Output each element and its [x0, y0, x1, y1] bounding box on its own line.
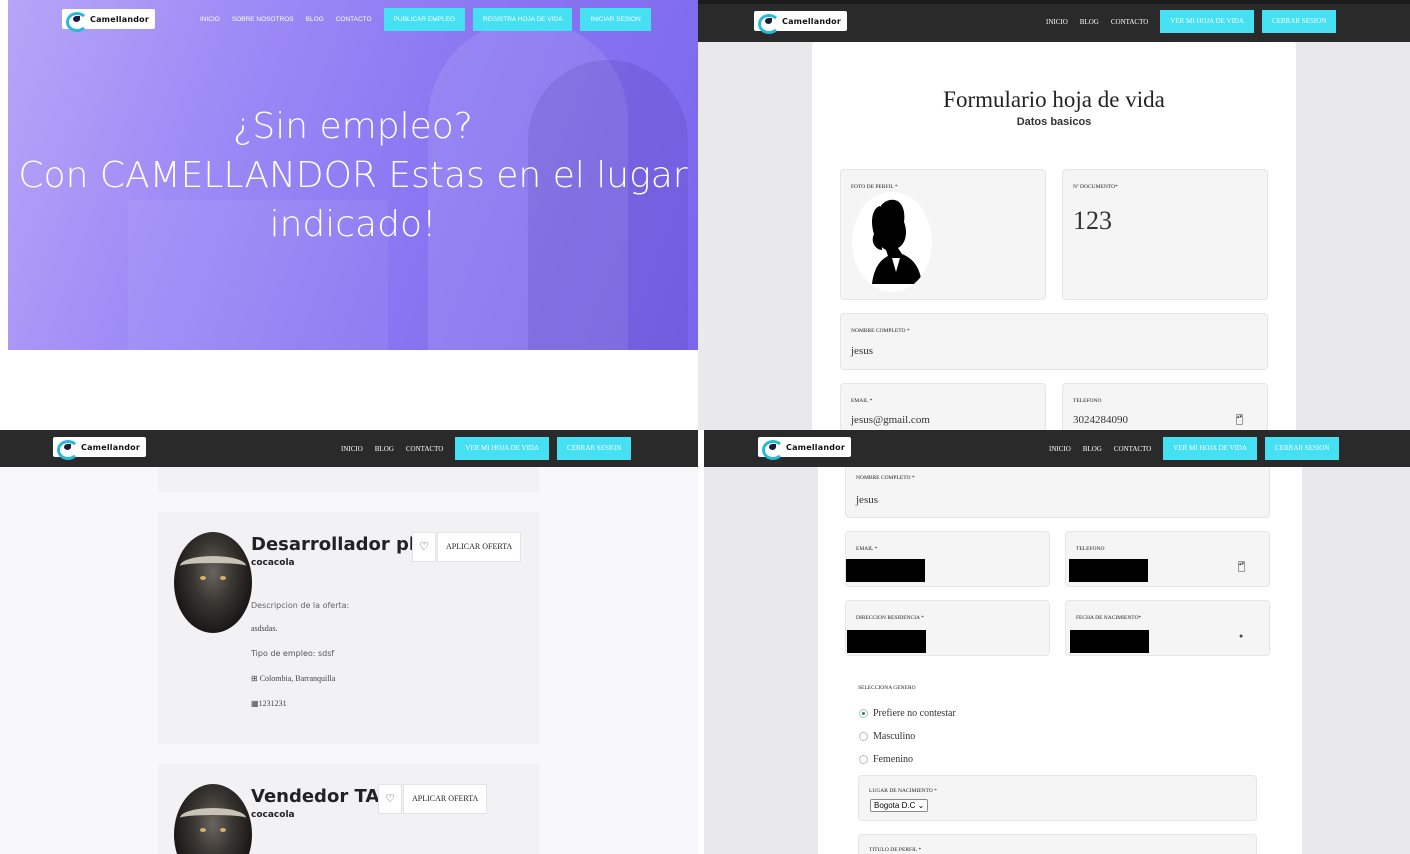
nav-link-blog[interactable]: BLOG — [306, 16, 324, 23]
job-company: cocacola — [251, 558, 295, 568]
nav-link-blog[interactable]: BLOG — [375, 445, 394, 453]
logo-icon — [762, 439, 784, 460]
gender-option-female[interactable]: Femenino — [859, 754, 913, 765]
radio-icon — [859, 755, 868, 764]
login-button[interactable]: INICIAR SESION — [580, 8, 651, 31]
logout-button[interactable]: CERRAR SESION — [557, 437, 632, 460]
job-offers-view: ▦1231231 Camellandor INICIO BLOG CONTACT… — [0, 430, 698, 854]
publish-job-button[interactable]: PUBLICAR EMPLEO — [383, 8, 465, 31]
brand-logo[interactable]: Camellandor — [62, 9, 155, 32]
nav-link-inicio[interactable]: INICIO — [1049, 445, 1071, 453]
job-title[interactable]: Desarrollador php — [251, 534, 435, 555]
favorite-heart-icon[interactable]: ♡ — [378, 784, 402, 814]
form-card: Formulario hoja de vida Datos basicos FO… — [812, 42, 1296, 430]
redacted-value — [1069, 559, 1148, 582]
form-title: Formulario hoja de vida — [943, 87, 1165, 112]
main-nav: INICIO BLOG CONTACTO VER MI HOJA DE VIDA… — [1046, 10, 1344, 33]
redacted-value — [1070, 630, 1149, 653]
hero-headline-line: Con CAMELLANDOR Estas en el lugar — [18, 155, 688, 196]
main-nav: INICIO BLOG CONTACTO VER MI HOJA DE VIDA… — [1049, 437, 1347, 460]
birthplace-field[interactable]: LUGAR DE NACIMIENTO * Bogota D.C ⌄ — [858, 775, 1257, 821]
brand-logo[interactable]: Camellandor — [758, 437, 851, 460]
view-cv-button[interactable]: VER MI HOJA DE VIDA — [1163, 437, 1258, 460]
redacted-value — [846, 559, 925, 582]
header-bar: Camellandor INICIO BLOG CONTACTO VER MI … — [704, 430, 1410, 467]
number-stepper[interactable]: ▴▾ — [1238, 561, 1245, 572]
chevron-down-icon: ⌄ — [917, 801, 925, 810]
job-card: Desarrollador php cocacola ♡ APLICAR OFE… — [158, 512, 539, 744]
nav-link-inicio[interactable]: INICIO — [341, 445, 363, 453]
radio-selected-icon — [859, 709, 868, 718]
birth-date-field[interactable]: FECHA DE NACIMIENTO* ● — [1065, 600, 1270, 656]
brand-logo[interactable]: Camellandor — [53, 437, 146, 460]
nav-link-blog[interactable]: BLOG — [1080, 18, 1099, 26]
main-nav: INICIO BLOG CONTACTO VER MI HOJA DE VIDA… — [341, 437, 639, 460]
job-description-label: Descripcion de la oferta: — [251, 601, 350, 610]
hero-section: Camellandor INICIO SOBRE NOSOTROS BLOG C… — [8, 0, 698, 350]
profile-photo[interactable] — [852, 192, 932, 292]
cv-form-top-view: Camellandor INICIO BLOG CONTACTO VER MI … — [698, 0, 1410, 430]
header-bar: Camellandor INICIO BLOG CONTACTO VER MI … — [0, 430, 698, 467]
nav-link-contacto[interactable]: CONTACTO — [406, 445, 443, 453]
email-field[interactable]: EMAIL * — [845, 531, 1050, 587]
gender-option-male[interactable]: Masculino — [859, 731, 915, 742]
favorite-heart-icon[interactable]: ♡ — [412, 532, 436, 562]
full-name-field[interactable]: NOMBRE COMPLETO * jesus — [840, 313, 1268, 370]
logo-icon — [758, 13, 780, 34]
gender-option-no-answer[interactable]: Prefiere no contestar — [859, 708, 956, 719]
calendar-icon: ▦ — [251, 699, 259, 708]
company-logo — [174, 532, 252, 633]
job-id: 1231231 — [258, 699, 287, 708]
job-company: cocacola — [251, 810, 295, 820]
apply-offer-button[interactable]: APLICAR OFERTA — [403, 784, 488, 814]
email-field[interactable]: EMAIL * jesus@gmail.com — [840, 383, 1046, 430]
job-description-value: asdsdas. — [251, 624, 278, 633]
apply-offer-button[interactable]: APLICAR OFERTA — [437, 532, 522, 562]
user-silhouette-icon — [872, 199, 922, 284]
nav-link-contacto[interactable]: CONTACTO — [1111, 18, 1148, 26]
nav-link-inicio[interactable]: INICIO — [1046, 18, 1068, 26]
form-subtitle: Datos basicos — [1016, 116, 1092, 128]
number-stepper[interactable]: ▴▾ — [1236, 414, 1243, 425]
view-cv-button[interactable]: VER MI HOJA DE VIDA — [455, 437, 550, 460]
photo-field[interactable]: FOTO DE PERFIL * — [840, 169, 1046, 300]
brand-logo[interactable]: Camellandor — [754, 11, 847, 34]
company-logo — [174, 784, 252, 854]
document-number-field[interactable]: Nº DOCUMENTO* 123 — [1062, 169, 1268, 300]
job-location: Colombia, Barranquilla — [259, 674, 336, 683]
birthplace-select[interactable]: Bogota D.C ⌄ — [870, 799, 929, 812]
nav-link-contacto[interactable]: CONTACTO — [336, 16, 372, 23]
logo-icon — [57, 439, 79, 460]
hero-headline-line: ¿Sin empleo? — [233, 106, 473, 147]
nav-link-inicio[interactable]: INICIO — [200, 16, 220, 23]
register-cv-button[interactable]: REGISTRA HOJA DE VIDA — [473, 8, 573, 31]
full-name-field[interactable]: NOMBRE COMPLETO * jesus — [845, 460, 1270, 518]
address-field[interactable]: DIRECCION RESIDENCIA * — [845, 600, 1050, 656]
nav-link-contacto[interactable]: CONTACTO — [1114, 445, 1151, 453]
map-icon: ⊞ — [251, 674, 260, 683]
job-card: Vendedor TAT cocacola ♡ APLICAR OFERTA — [158, 764, 539, 854]
cv-form-scrolled-view: NOMBRE COMPLETO * jesus EMAIL * TELEFONO… — [704, 430, 1410, 854]
view-cv-button[interactable]: VER MI HOJA DE VIDA — [1160, 10, 1255, 33]
hero-headline-line: indicado! — [269, 204, 437, 245]
gender-label: SELECCIONA GENERO — [858, 685, 916, 691]
nav-link-blog[interactable]: BLOG — [1083, 445, 1102, 453]
radio-icon — [859, 732, 868, 741]
redacted-value — [847, 630, 926, 653]
job-title[interactable]: Vendedor TAT — [251, 786, 390, 807]
phone-field[interactable]: TELEFONO 3024284090 ▴▾ — [1062, 383, 1268, 430]
calendar-icon[interactable]: ● — [1239, 633, 1243, 640]
logout-button[interactable]: CERRAR SESION — [1265, 437, 1340, 460]
nav-link-sobre-nosotros[interactable]: SOBRE NOSOTROS — [232, 16, 294, 23]
job-type: Tipo de empleo: sdsf — [251, 649, 335, 658]
logout-button[interactable]: CERRAR SESION — [1262, 10, 1337, 33]
profile-title-field[interactable]: TITULO DE PERFIL * — [858, 834, 1257, 854]
phone-field[interactable]: TELEFONO ▴▾ — [1065, 531, 1270, 587]
main-nav: INICIO SOBRE NOSOTROS BLOG CONTACTO PUBL… — [200, 8, 659, 31]
logo-icon — [66, 11, 88, 32]
